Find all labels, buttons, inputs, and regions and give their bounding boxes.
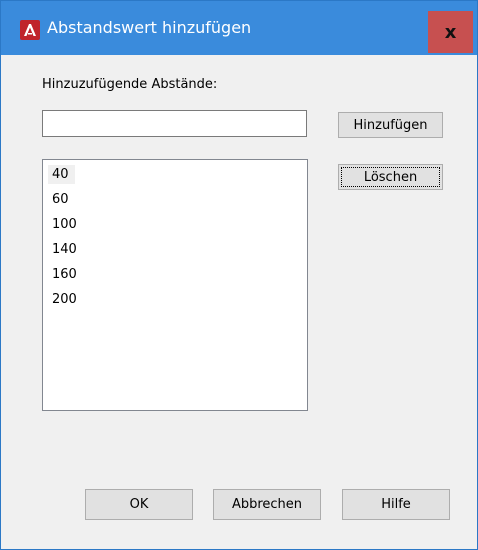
list-item-label: 100 bbox=[52, 217, 77, 232]
list-item-label: 140 bbox=[52, 242, 77, 257]
distance-list[interactable]: 40 60 100 140 160 200 bbox=[42, 159, 308, 411]
ok-button-label: OK bbox=[129, 497, 149, 512]
list-item[interactable]: 200 bbox=[43, 287, 307, 312]
delete-button-label: Löschen bbox=[363, 169, 418, 185]
help-button-label: Hilfe bbox=[381, 497, 411, 512]
cancel-button-label: Abbrechen bbox=[231, 497, 303, 512]
window-title: Abstandswert hinzufügen bbox=[47, 18, 252, 37]
list-item-label: 40 bbox=[48, 165, 75, 184]
list-item-label: 60 bbox=[52, 192, 69, 207]
list-item[interactable]: 100 bbox=[43, 212, 307, 237]
list-item-label: 200 bbox=[52, 292, 77, 307]
list-item[interactable]: 160 bbox=[43, 262, 307, 287]
list-item[interactable]: 140 bbox=[43, 237, 307, 262]
delete-button[interactable]: Löschen bbox=[338, 164, 443, 190]
ok-button[interactable]: OK bbox=[85, 489, 193, 520]
autocad-logo-icon bbox=[20, 20, 40, 40]
distances-label: Hinzuzufügende Abstände: bbox=[42, 77, 218, 92]
add-button-label: Hinzufügen bbox=[353, 117, 428, 133]
help-button[interactable]: Hilfe bbox=[342, 489, 450, 520]
list-item[interactable]: 40 bbox=[43, 162, 307, 187]
list-item[interactable]: 60 bbox=[43, 187, 307, 212]
close-button[interactable]: x bbox=[428, 11, 473, 53]
list-item-label: 160 bbox=[52, 267, 77, 282]
dialog-window: Abstandswert hinzufügen x Hinzuzufügende… bbox=[0, 0, 478, 550]
cancel-button[interactable]: Abbrechen bbox=[213, 489, 321, 520]
distance-input[interactable] bbox=[42, 110, 307, 137]
title-bar[interactable]: Abstandswert hinzufügen x bbox=[1, 1, 477, 55]
add-button[interactable]: Hinzufügen bbox=[338, 112, 443, 138]
